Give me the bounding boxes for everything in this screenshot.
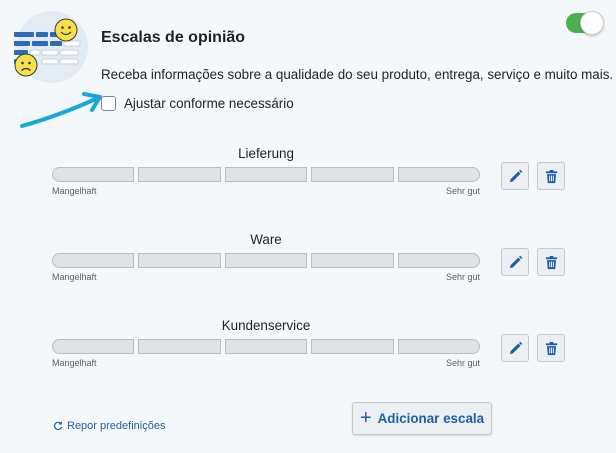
pencil-icon xyxy=(509,169,522,182)
scale-title: Ware xyxy=(250,232,282,247)
scale-bar xyxy=(52,253,482,268)
trash-icon xyxy=(545,341,557,355)
pencil-icon xyxy=(509,255,522,268)
scale-title: Lieferung xyxy=(238,146,294,161)
page-title: Escalas de opinião xyxy=(101,29,246,46)
scale-segment xyxy=(311,339,394,354)
scale-item: Lieferung Mangelhaft Sehr gut xyxy=(52,145,482,196)
delete-scale-button[interactable] xyxy=(537,162,565,190)
scale-item: Ware Mangelhaft Sehr gut xyxy=(52,231,482,282)
scale-segment xyxy=(138,253,221,268)
scale-segment xyxy=(397,253,480,268)
edit-scale-button[interactable] xyxy=(501,334,529,362)
scale-title: Kundenservice xyxy=(221,318,311,333)
scale-segment xyxy=(311,167,394,182)
scale-segment xyxy=(224,167,308,182)
scale-bar xyxy=(52,167,482,182)
add-scale-label: Adicionar escala xyxy=(377,411,485,426)
scale-segment xyxy=(397,339,480,354)
enable-toggle[interactable] xyxy=(566,11,604,35)
scale-segment xyxy=(52,167,135,182)
edit-scale-button[interactable] xyxy=(501,162,529,190)
edit-scale-button[interactable] xyxy=(501,248,529,276)
delete-scale-button[interactable] xyxy=(537,248,565,276)
opinion-scales-illustration xyxy=(14,11,88,83)
scale-low-label: Mangelhaft xyxy=(52,272,97,282)
trash-icon xyxy=(545,169,557,183)
scale-segment xyxy=(311,253,394,268)
scale-high-label: Sehr gut xyxy=(445,272,480,282)
scale-segment xyxy=(224,339,308,354)
trash-icon xyxy=(545,255,557,269)
scale-segment xyxy=(397,167,480,182)
reset-defaults-link[interactable]: Repor predefinições xyxy=(53,420,165,432)
toggle-knob xyxy=(580,11,604,35)
scale-bar xyxy=(52,339,482,354)
delete-scale-button[interactable] xyxy=(537,334,565,362)
scale-low-label: Mangelhaft xyxy=(52,186,97,196)
scale-high-label: Sehr gut xyxy=(445,358,480,368)
scale-segment xyxy=(52,339,135,354)
scale-segment xyxy=(52,253,135,268)
scale-segment xyxy=(138,339,221,354)
adjust-checkbox-label: Ajustar conforme necessário xyxy=(124,96,294,111)
pencil-icon xyxy=(509,341,522,354)
adjust-option[interactable]: Ajustar conforme necessário xyxy=(101,96,294,111)
scale-item: Kundenservice Mangelhaft Sehr gut xyxy=(52,317,482,368)
scale-segment xyxy=(138,167,221,182)
reset-defaults-label: Repor predefinições xyxy=(67,420,166,432)
scale-high-label: Sehr gut xyxy=(445,186,480,196)
add-scale-button[interactable]: + Adicionar escala xyxy=(352,402,492,435)
adjust-checkbox[interactable] xyxy=(101,96,116,111)
plus-icon: + xyxy=(359,406,372,429)
scale-low-label: Mangelhaft xyxy=(52,358,97,368)
description-text: Receba informações sobre a qualidade do … xyxy=(101,67,614,82)
refresh-icon xyxy=(53,421,63,431)
scale-segment xyxy=(224,253,308,268)
